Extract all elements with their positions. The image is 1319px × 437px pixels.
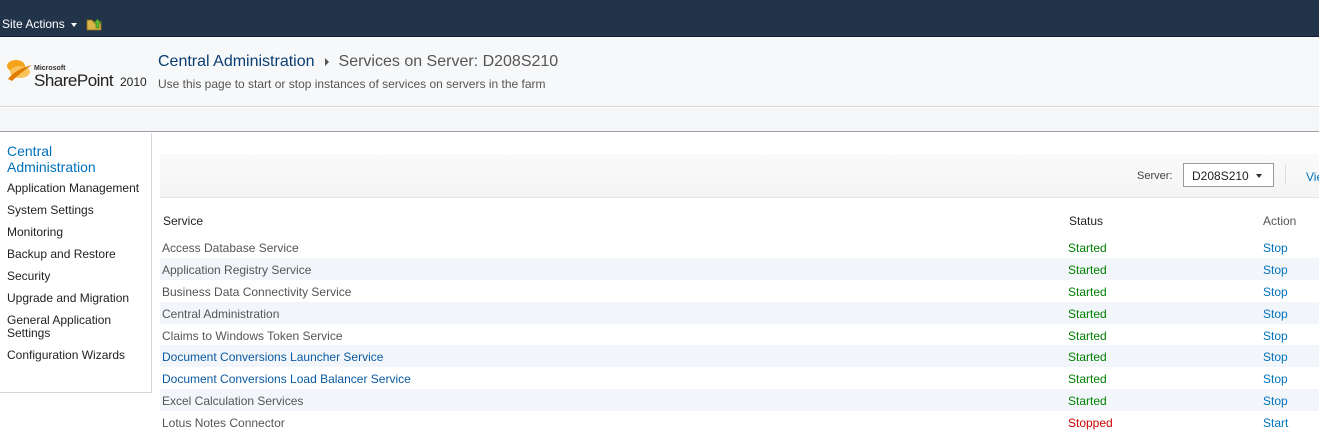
table-row: Business Data Connectivity Service Start… (160, 280, 1319, 302)
breadcrumb: Central Administration Services on Serve… (158, 53, 558, 71)
nav-item-configuration-wizards[interactable]: Configuration Wizards (7, 349, 149, 362)
service-status: Started (1068, 350, 1107, 365)
table-row: Claims to Windows Token Service Started … (160, 324, 1319, 346)
service-name: Lotus Notes Connector (162, 416, 285, 431)
logo-product: SharePoint (34, 71, 114, 90)
service-action-link[interactable]: Stop (1263, 372, 1288, 386)
service-name: Access Database Service (162, 241, 299, 255)
nav-item-monitoring[interactable]: Monitoring (7, 226, 149, 239)
quick-launch: Central Administration Application Manag… (0, 133, 152, 393)
service-action-link[interactable]: Stop (1263, 329, 1288, 343)
table-row: Central Administration Started Stop (160, 301, 1319, 324)
service-status: Stopped (1068, 416, 1113, 431)
service-status: Started (1068, 262, 1107, 277)
service-name: Claims to Windows Token Service (162, 328, 343, 343)
chevron-right-icon (324, 58, 329, 66)
service-status: Started (1068, 241, 1107, 255)
service-name: Application Registry Service (162, 262, 312, 277)
table-row: Document Conversions Launcher Service St… (160, 345, 1319, 368)
service-action-link[interactable]: Start (1263, 416, 1288, 430)
page-description: Use this page to start or stop instances… (158, 77, 546, 91)
table-row: Lotus Notes Connector Stopped Start (160, 411, 1319, 433)
site-actions-label: Site Actions (2, 17, 65, 31)
table-header: Service Status Action (160, 210, 1319, 236)
table-row: Excel Calculation Services Started Stop (160, 389, 1319, 412)
service-action-link[interactable]: Stop (1263, 263, 1288, 277)
sharepoint-logo: Microsoft SharePoint 2010 (6, 49, 151, 90)
service-action-link[interactable]: Stop (1263, 241, 1288, 255)
nav-item-system-settings[interactable]: System Settings (7, 204, 149, 217)
folder-up-icon[interactable] (86, 17, 102, 31)
service-name-link[interactable]: Document Conversions Load Balancer Servi… (162, 372, 411, 386)
table-row: Access Database Service Started Stop (160, 236, 1319, 258)
toolbar-divider (1285, 165, 1286, 185)
service-name-link[interactable]: Document Conversions Launcher Service (162, 350, 383, 364)
service-name: Central Administration (162, 306, 280, 321)
server-dropdown[interactable]: D208S210 (1183, 163, 1274, 187)
chevron-down-icon (1256, 174, 1262, 178)
services-table: Service Status Action Access Database Se… (160, 210, 1319, 433)
nav-item-security[interactable]: Security (7, 270, 149, 283)
nav-item-application-management[interactable]: Application Management (7, 182, 149, 195)
service-name: Excel Calculation Services (162, 394, 304, 409)
service-status: Started (1068, 284, 1107, 299)
breadcrumb-central-administration[interactable]: Central Administration (158, 53, 315, 71)
nav-item-general-application-settings[interactable]: General Application Settings (7, 314, 137, 340)
server-label: Server: (1137, 170, 1173, 182)
logo-year: 2010 (120, 75, 147, 89)
service-name: Business Data Connectivity Service (162, 284, 352, 299)
service-status: Started (1068, 328, 1107, 343)
nav-item-upgrade-and-migration[interactable]: Upgrade and Migration (7, 292, 149, 305)
server-toolbar: Server: D208S210 View (160, 154, 1319, 198)
table-row: Application Registry Service Started Sto… (160, 257, 1319, 280)
nav-heading-central-administration[interactable]: Central Administration (7, 143, 127, 175)
service-action-link[interactable]: Stop (1263, 307, 1288, 321)
chevron-down-icon (70, 22, 77, 27)
table-row: Document Conversions Load Balancer Servi… (160, 367, 1319, 389)
column-header-status[interactable]: Status (1069, 214, 1103, 228)
view-link[interactable]: View (1306, 170, 1319, 184)
service-action-link[interactable]: Stop (1263, 350, 1288, 364)
site-actions-menu[interactable]: Site Actions (2, 17, 77, 31)
service-status: Started (1068, 394, 1107, 409)
server-dropdown-value: D208S210 (1192, 169, 1249, 183)
page-title: Services on Server: D208S210 (338, 53, 559, 70)
service-action-link[interactable]: Stop (1263, 394, 1288, 408)
service-status: Started (1068, 306, 1107, 321)
title-area: Microsoft SharePoint 2010 Central Admini… (0, 37, 1319, 107)
service-action-link[interactable]: Stop (1263, 285, 1288, 299)
column-header-action: Action (1263, 214, 1297, 228)
nav-item-backup-and-restore[interactable]: Backup and Restore (7, 248, 149, 261)
ribbon-bar: Site Actions (0, 0, 1319, 37)
column-header-service[interactable]: Service (163, 214, 203, 228)
sharepoint-logo-icon (7, 60, 32, 81)
service-status: Started (1068, 372, 1107, 387)
status-bar (0, 108, 1319, 132)
